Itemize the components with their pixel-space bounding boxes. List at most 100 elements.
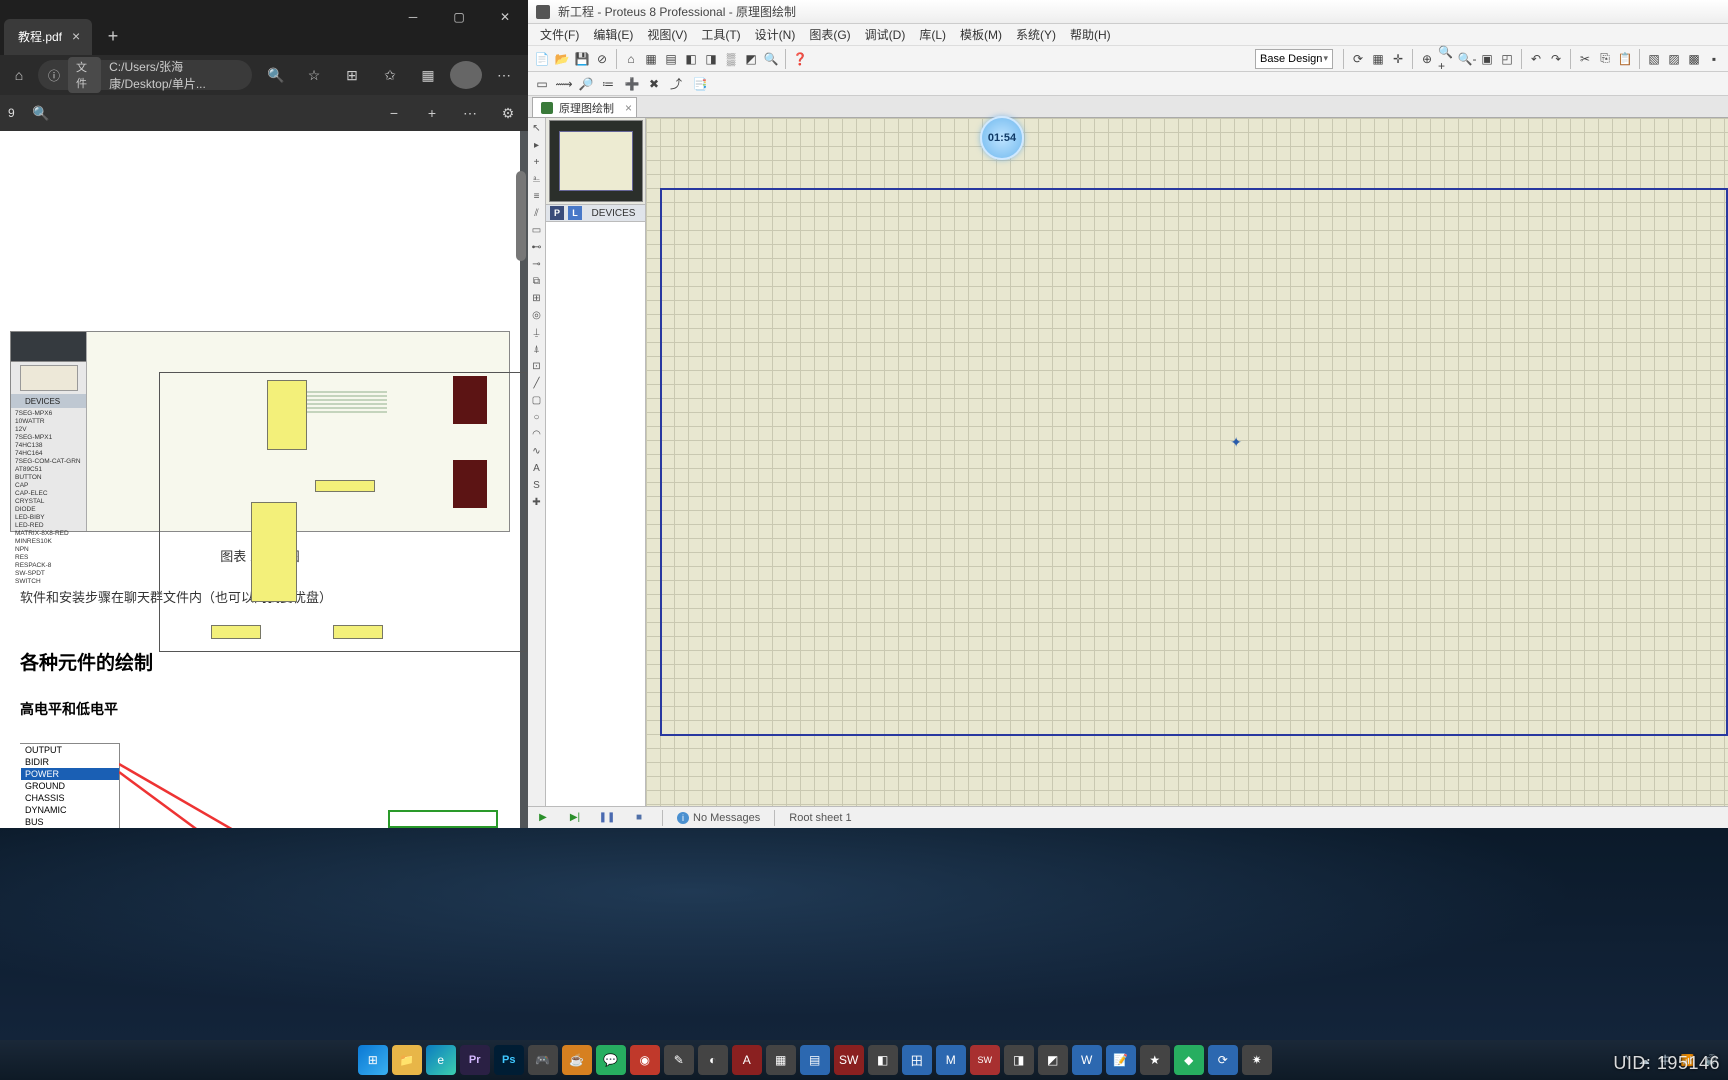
symbol-icon[interactable]: S [529,477,545,493]
favorites-bar-icon[interactable]: ✩ [374,61,406,89]
scrollbar-thumb[interactable] [516,171,526,261]
overview-map[interactable] [549,120,643,202]
block-copy-icon[interactable]: ▧ [1644,49,1664,69]
zoom-out-icon[interactable]: − [382,101,406,125]
autoroute-icon[interactable]: ⟿ [554,74,574,94]
favorite-icon[interactable]: ☆ [298,61,330,89]
undo-icon[interactable]: ↶ [1526,49,1546,69]
path-icon[interactable]: ∿ [529,443,545,459]
search-icon[interactable]: 🔍 [29,101,53,125]
devices-list[interactable] [546,222,645,806]
settings-icon[interactable]: ⚙ [496,101,520,125]
menu-help[interactable]: 帮助(H) [1064,24,1117,45]
copy-icon[interactable]: ⎘ [1595,49,1615,69]
component-icon[interactable]: ▸ [529,137,545,153]
subcircuit-icon[interactable]: ▭ [529,222,545,238]
search-part-icon[interactable]: 🔎 [576,74,596,94]
gerber-icon[interactable]: ◨ [701,49,721,69]
line-icon[interactable]: ╱ [529,375,545,391]
terminal-icon[interactable]: ⊷ [529,239,545,255]
menu-tools[interactable]: 工具(T) [695,24,746,45]
taskbar-app[interactable]: ◐ [698,1045,728,1075]
close-icon[interactable]: ⊘ [592,49,612,69]
arc-icon[interactable]: ◠ [529,426,545,442]
menu-library[interactable]: 库(L) [913,24,952,45]
pin-icon[interactable]: ⊸ [529,256,545,272]
save-icon[interactable]: 💾 [572,49,592,69]
stop-button[interactable]: ■ [630,810,648,826]
zoom-center-icon[interactable]: ⊕ [1417,49,1437,69]
schematic-canvas[interactable]: ✦ [646,118,1728,806]
more-icon[interactable]: ⋯ [458,101,482,125]
bom-report-icon[interactable]: 📑 [690,74,710,94]
block-rotate-icon[interactable]: ▩ [1684,49,1704,69]
taskbar-solidworks[interactable]: SW [834,1045,864,1075]
taskbar-app[interactable]: W [1072,1045,1102,1075]
new-icon[interactable]: 📄 [532,49,552,69]
more-icon[interactable]: ⋯ [488,61,520,89]
taskbar-app[interactable]: ⟳ [1208,1045,1238,1075]
taskbar-notepad[interactable]: 📝 [1106,1045,1136,1075]
close-icon[interactable]: × [68,29,84,45]
pdf-tab[interactable]: 教程.pdf × [4,19,92,55]
taskbar-app[interactable]: ◆ [1174,1045,1204,1075]
origin-icon[interactable]: ✛ [1388,49,1408,69]
taskbar-wechat[interactable]: 💬 [596,1045,626,1075]
zoom-in-icon[interactable]: + [420,101,444,125]
refresh-icon[interactable]: ⟳ [1348,49,1368,69]
taskbar-app[interactable]: 田 [902,1045,932,1075]
block-move-icon[interactable]: ▨ [1664,49,1684,69]
taskbar-premiere[interactable]: Pr [460,1045,490,1075]
exit-sheet-icon[interactable]: ⤴ [666,74,686,94]
home-icon[interactable]: ⌂ [621,49,641,69]
graph-icon[interactable]: ⧉ [529,273,545,289]
code-icon[interactable]: ◩ [741,49,761,69]
taskbar-app[interactable]: ◉ [630,1045,660,1075]
extensions-icon[interactable]: ⊞ [336,61,368,89]
junction-icon[interactable]: + [529,154,545,170]
menu-system[interactable]: 系统(Y) [1010,24,1062,45]
taskbar-app[interactable]: ✎ [664,1045,694,1075]
generator-icon[interactable]: ◎ [529,307,545,323]
profile-avatar[interactable] [450,61,482,89]
play-button[interactable]: ▶ [534,810,552,826]
menu-edit[interactable]: 编辑(E) [587,24,639,45]
open-icon[interactable]: 📂 [552,49,572,69]
zoom-area-icon[interactable]: ◰ [1497,49,1517,69]
taskbar-app[interactable]: 🎮 [528,1045,558,1075]
selection-icon[interactable]: ↖ [529,120,545,136]
taskbar-app[interactable]: ◧ [868,1045,898,1075]
taskbar-app[interactable]: ☕ [562,1045,592,1075]
pcb-icon[interactable]: ▤ [661,49,681,69]
schematic-icon[interactable]: ▦ [641,49,661,69]
3d-icon[interactable]: ◧ [681,49,701,69]
block-delete-icon[interactable]: ▪ [1704,49,1724,69]
taskbar-autocad[interactable]: A [732,1045,762,1075]
instrument-icon[interactable]: ⊡ [529,358,545,374]
taskbar-photoshop[interactable]: Ps [494,1045,524,1075]
menu-design[interactable]: 设计(N) [749,24,802,45]
new-sheet-icon[interactable]: ➕ [622,74,642,94]
marker-icon[interactable]: ✚ [529,494,545,510]
document-tab[interactable]: 原理图绘制 × [532,97,637,117]
zoom-fit-icon[interactable]: ▣ [1477,49,1497,69]
taskbar-edge[interactable]: e [426,1045,456,1075]
property-icon[interactable]: ≔ [598,74,618,94]
start-button[interactable]: ⊞ [358,1045,388,1075]
menu-graph[interactable]: 图表(G) [803,24,856,45]
taskbar-app[interactable]: M [936,1045,966,1075]
pdf-content[interactable]: DEVICES 7SEG-MPX610WATTR 12V7SEG-MPX1 74… [0,131,528,828]
taskbar-app[interactable]: SW [970,1045,1000,1075]
text2-icon[interactable]: A [529,460,545,476]
taskbar-app[interactable]: ◩ [1038,1045,1068,1075]
bom-icon[interactable]: ▒ [721,49,741,69]
zoom-icon[interactable]: 🔍 [260,61,292,89]
menu-template[interactable]: 模板(M) [954,24,1008,45]
taskbar-proteus[interactable]: ✷ [1242,1045,1272,1075]
status-messages[interactable]: i No Messages [677,812,760,824]
page-number[interactable]: 9 [8,106,15,120]
grid-icon[interactable]: ▦ [1368,49,1388,69]
taskbar-app[interactable]: ▦ [766,1045,796,1075]
search-icon[interactable]: 🔍 [761,49,781,69]
zoom-out-icon[interactable]: 🔍- [1457,49,1477,69]
